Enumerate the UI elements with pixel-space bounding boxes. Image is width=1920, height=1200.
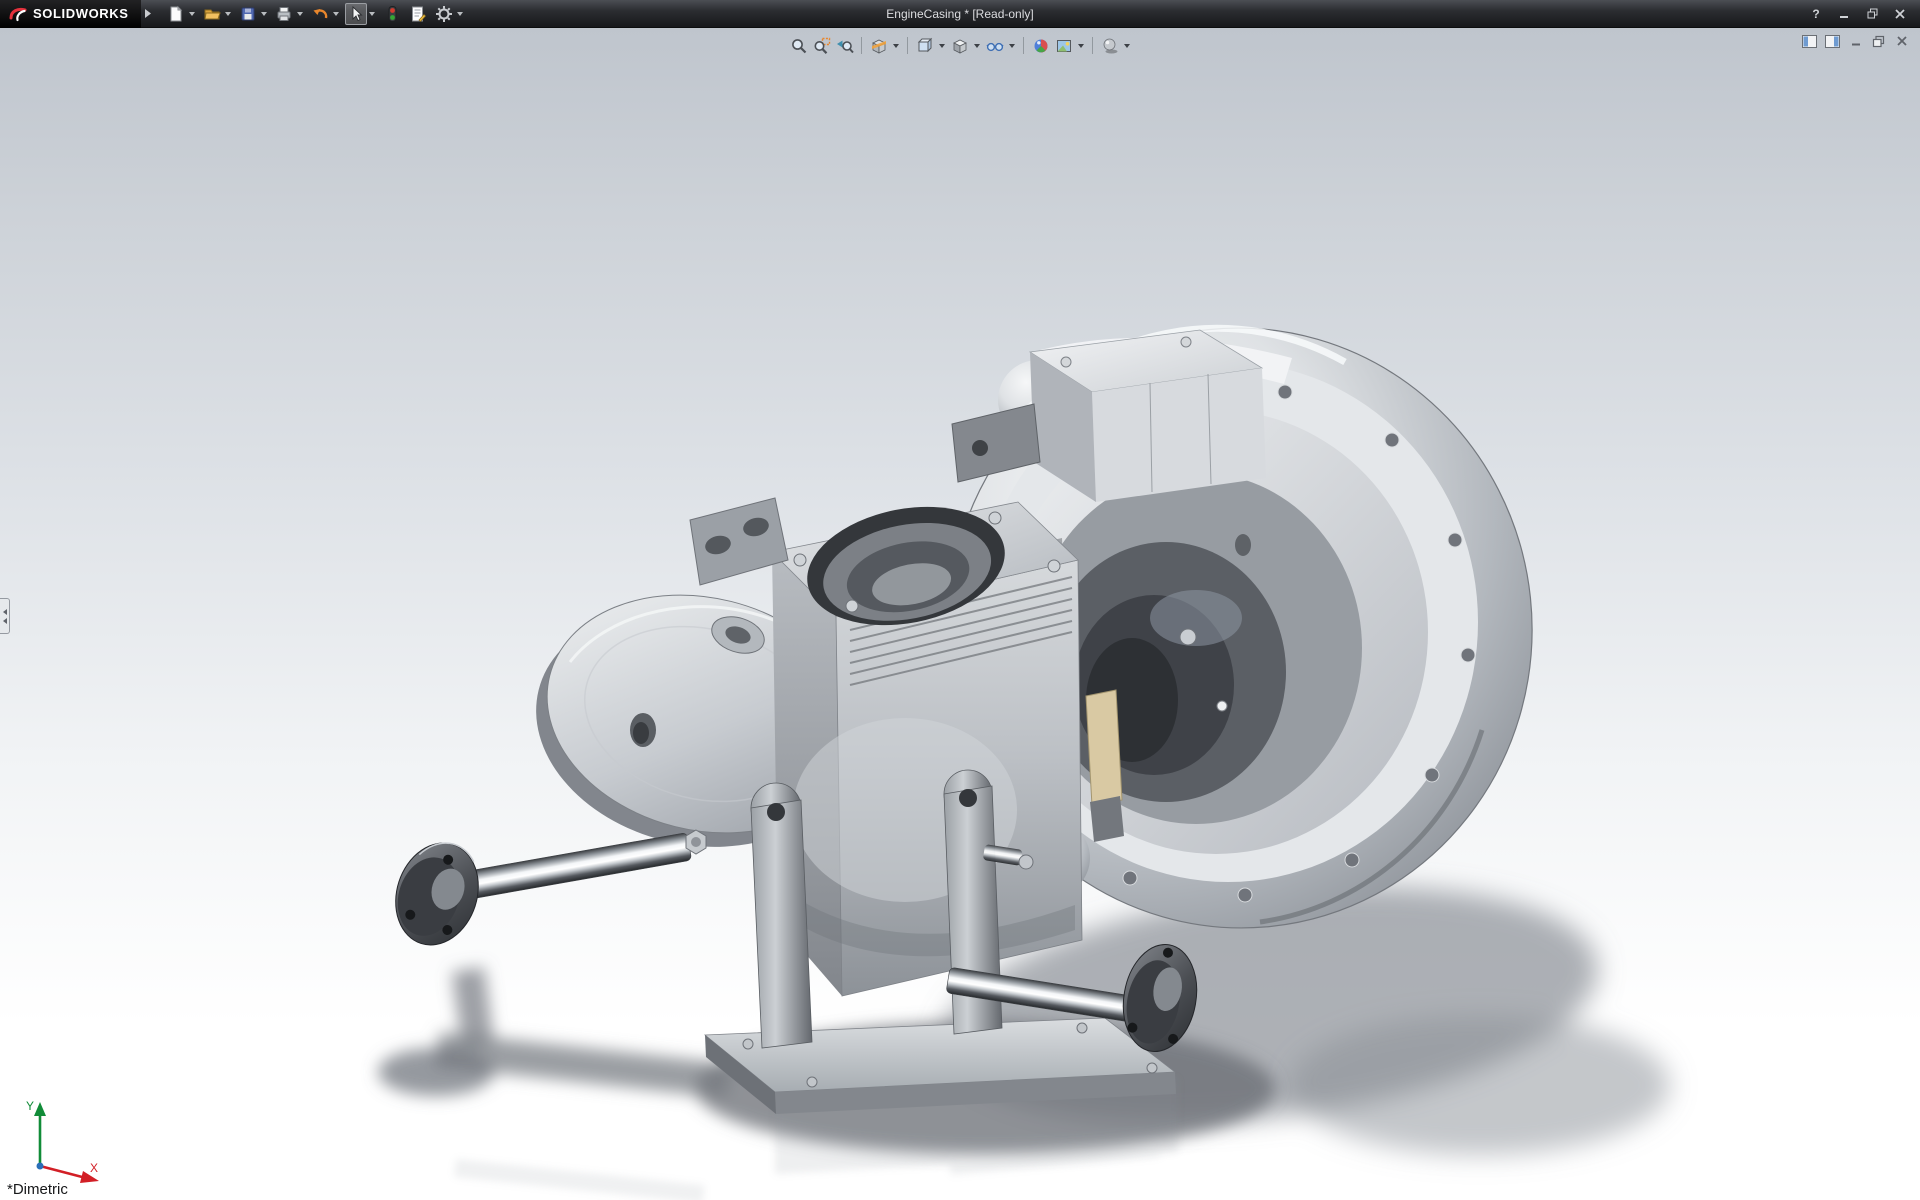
z-axis-dot (36, 1162, 44, 1170)
toolbar-separator (1023, 37, 1024, 54)
toolbar-separator (907, 37, 908, 54)
document-title: EngineCasing * [Read-only] (886, 6, 1034, 21)
document-window-controls (1801, 33, 1910, 49)
toolbar-separator (861, 37, 862, 54)
solidworks-logo: SOLIDWORKS (0, 0, 141, 28)
pane-right-icon (1825, 34, 1840, 48)
select-tool-dropdown[interactable] (368, 11, 375, 16)
zoom-to-fit-button[interactable] (788, 35, 809, 56)
cylinder-block-part[interactable] (771, 491, 1083, 997)
help-button[interactable]: ? (1804, 5, 1828, 23)
zoom-to-area-button[interactable] (811, 35, 832, 56)
pane-toggle-left-button[interactable] (1801, 33, 1818, 49)
view-cube-icon (917, 37, 932, 52)
magnifier-area-icon (814, 37, 830, 54)
rebuild-button[interactable] (381, 3, 403, 25)
magnifier-arrow-icon (836, 40, 854, 53)
view-settings-button[interactable] (1099, 35, 1120, 56)
section-view-button[interactable] (868, 35, 889, 56)
options-dropdown[interactable] (456, 11, 463, 16)
new-document-icon (170, 5, 182, 21)
sphere-shadow-icon (1103, 38, 1117, 53)
save-dropdown[interactable] (260, 11, 267, 16)
undo-icon (313, 8, 327, 18)
rebuild-stoplight-icon (388, 5, 397, 22)
maximize-button[interactable] (1860, 5, 1884, 23)
hide-show-items-dropdown[interactable] (1009, 43, 1015, 48)
engine-casing-model[interactable] (0, 0, 1920, 1200)
print-dropdown[interactable] (296, 11, 303, 16)
featuremanager-collapse-tab[interactable] (0, 598, 10, 634)
menubar-toolbar (165, 2, 468, 25)
magnifier-icon (791, 38, 806, 53)
restore-icon (1867, 8, 1877, 19)
open-dropdown[interactable] (224, 11, 231, 16)
minimize-button[interactable] (1832, 5, 1856, 23)
open-folder-icon (203, 9, 221, 19)
appearance-ball-icon (1034, 39, 1047, 52)
save-button[interactable] (237, 3, 259, 25)
apply-scene-dropdown[interactable] (1078, 43, 1084, 48)
dassault-3ds-logo-icon (9, 7, 27, 21)
section-view-dropdown[interactable] (893, 43, 899, 48)
new-document-button[interactable] (165, 3, 187, 25)
file-properties-icon (411, 6, 426, 22)
titlebar: SOLIDWORKS EngineCasing * [Read-only] ? (0, 0, 1920, 28)
previous-view-button[interactable] (834, 35, 855, 56)
glasses-icon (986, 42, 1003, 51)
document-minimize-button[interactable] (1847, 33, 1864, 49)
new-document-dropdown[interactable] (188, 11, 195, 16)
gear-icon (435, 5, 452, 22)
pane-toggle-right-button[interactable] (1824, 33, 1841, 49)
print-icon (277, 6, 291, 21)
view-orientation-button[interactable] (914, 35, 935, 56)
view-settings-dropdown[interactable] (1124, 43, 1130, 48)
select-tool-button[interactable] (344, 2, 367, 25)
x-axis-label: X (90, 1161, 98, 1175)
hide-show-items-button[interactable] (984, 35, 1005, 56)
chevron-left-icon (2, 608, 7, 615)
print-button[interactable] (273, 3, 295, 25)
document-restore-button[interactable] (1870, 33, 1887, 49)
brand-name: SOLIDWORKS (33, 6, 129, 21)
file-properties-button[interactable] (407, 3, 429, 25)
scene-photo-icon (1056, 39, 1071, 52)
window-controls: ? (1804, 5, 1920, 23)
toolbar-separator (1092, 37, 1093, 54)
doc-close-icon (1896, 36, 1907, 46)
heads-up-view-toolbar (780, 33, 1140, 58)
save-icon (241, 7, 255, 20)
undo-button[interactable] (309, 3, 331, 25)
menu-expand-arrow[interactable] (141, 4, 155, 24)
options-button[interactable] (433, 3, 455, 25)
undo-dropdown[interactable] (332, 11, 339, 16)
section-cube-icon (871, 39, 886, 54)
display-style-button[interactable] (949, 35, 970, 56)
chevron-right-icon (145, 9, 152, 18)
edit-appearance-button[interactable] (1030, 35, 1051, 56)
solidworks-window: SOLIDWORKS EngineCasing * [Read-only] ? … (0, 0, 1920, 1200)
minimize-icon (1840, 15, 1848, 18)
display-style-dropdown[interactable] (974, 43, 980, 48)
close-button[interactable] (1888, 5, 1912, 23)
shaded-cube-icon (952, 39, 967, 54)
pane-left-icon (1802, 34, 1817, 48)
open-button[interactable] (201, 3, 223, 25)
reference-triad: Y X (26, 1099, 99, 1183)
help-icon: ? (1812, 6, 1820, 21)
select-arrow-icon (352, 5, 363, 21)
view-orientation-label: *Dimetric (7, 1181, 68, 1198)
left-handlebar-part[interactable] (383, 829, 707, 956)
doc-minimize-icon (1851, 43, 1860, 46)
y-axis-arrow (34, 1102, 46, 1116)
chevron-left-icon (2, 617, 7, 624)
doc-restore-icon (1872, 35, 1885, 47)
view-orientation-dropdown[interactable] (939, 43, 945, 48)
y-axis-label: Y (26, 1099, 34, 1113)
apply-scene-button[interactable] (1053, 35, 1074, 56)
close-icon (1895, 8, 1905, 19)
document-close-button[interactable] (1893, 33, 1910, 49)
